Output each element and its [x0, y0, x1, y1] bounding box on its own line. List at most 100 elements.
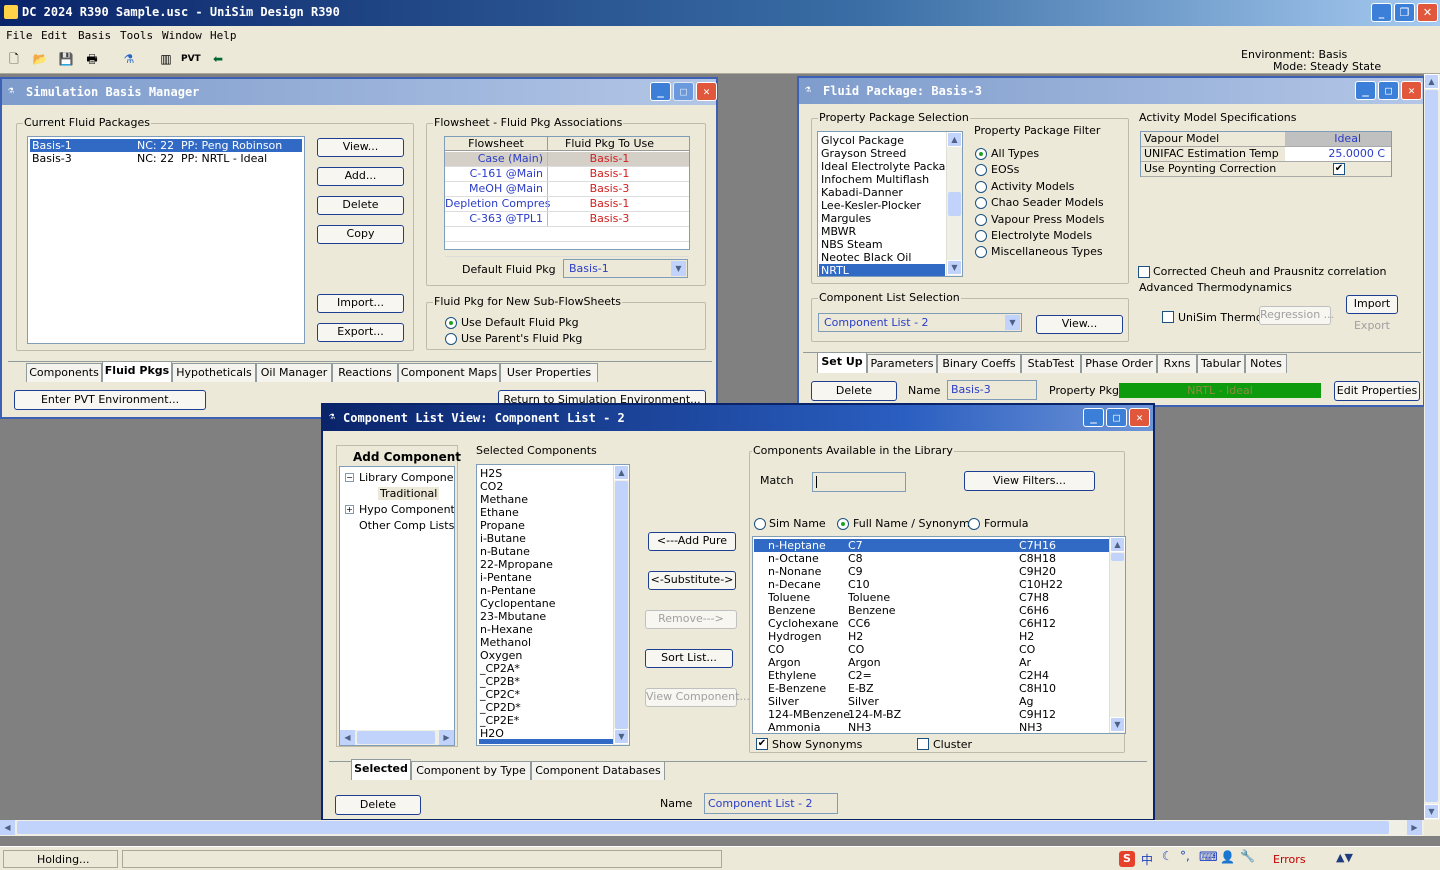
- print-icon[interactable]: 🖶: [83, 51, 101, 68]
- delete-button[interactable]: Delete: [317, 196, 404, 215]
- import-button[interactable]: Import...: [317, 294, 404, 313]
- scroll-left-icon[interactable]: ◀: [0, 820, 15, 835]
- selected-component-item[interactable]: 22-Mpropane: [480, 558, 553, 571]
- selected-component-highlight[interactable]: [479, 739, 613, 744]
- status-errors[interactable]: Errors: [1273, 853, 1306, 866]
- scroll-left-icon[interactable]: ◀: [340, 730, 355, 745]
- substitute-button[interactable]: <-Substitute->: [648, 571, 736, 590]
- selected-list-scrollbar[interactable]: ▲ ▼: [613, 465, 629, 745]
- tab-parameters[interactable]: Parameters: [867, 354, 937, 373]
- fp-export-button[interactable]: Export: [1346, 318, 1398, 337]
- full-name-radio[interactable]: [837, 518, 849, 530]
- show-synonyms-checkbox[interactable]: ✔: [756, 738, 768, 750]
- scroll-thumb[interactable]: [17, 821, 1389, 834]
- sbm-close-button[interactable]: ✕: [696, 82, 717, 101]
- chevron-down-icon[interactable]: ▼: [671, 261, 686, 276]
- selected-component-item[interactable]: n-Hexane: [480, 623, 533, 636]
- sbm-minimize-button[interactable]: _: [650, 82, 671, 101]
- tab-rxns[interactable]: Rxns: [1157, 354, 1197, 373]
- match-input[interactable]: [812, 472, 906, 492]
- clv-maximize-button[interactable]: □: [1106, 408, 1127, 427]
- property-package-item[interactable]: Neotec Black Oil: [821, 251, 911, 264]
- association-row[interactable]: Case (Main) Basis-1: [445, 152, 689, 167]
- export-button[interactable]: Export...: [317, 323, 404, 342]
- ime-icon[interactable]: S: [1119, 851, 1135, 867]
- associations-table[interactable]: Flowsheet Fluid Pkg To Use Case (Main) Ba…: [444, 136, 690, 257]
- association-empty-row[interactable]: [445, 242, 689, 257]
- library-component-row[interactable]: Hydrogen H2 H2: [754, 630, 1110, 643]
- cluster-checkbox[interactable]: [917, 738, 929, 750]
- selected-component-item[interactable]: i-Pentane: [480, 571, 532, 584]
- fp-import-button[interactable]: Import: [1346, 295, 1398, 314]
- scroll-thumb[interactable]: [1425, 90, 1438, 802]
- clv-name-field[interactable]: Component List - 2: [704, 793, 838, 814]
- view-component-button[interactable]: View Component...: [645, 688, 750, 707]
- fluid-packages-list[interactable]: Basis-1 NC: 22 PP: Peng Robinson Basis-3…: [27, 136, 305, 344]
- property-package-item[interactable]: NRTL: [819, 264, 945, 276]
- selected-component-item[interactable]: n-Butane: [480, 545, 530, 558]
- selected-component-item[interactable]: _CP2D*: [480, 701, 521, 714]
- scroll-up-icon[interactable]: ▲: [614, 465, 629, 480]
- use-parent-radio[interactable]: [445, 333, 457, 345]
- property-package-item[interactable]: Infochem Multiflash: [821, 173, 929, 186]
- sort-list-button[interactable]: Sort List...: [645, 649, 733, 668]
- clv-close-button[interactable]: ✕: [1129, 408, 1150, 427]
- selected-component-item[interactable]: 23-Mbutane: [480, 610, 546, 623]
- library-component-row[interactable]: Benzene Benzene C6H6: [754, 604, 1110, 617]
- enter-pvt-button[interactable]: Enter PVT Environment...: [14, 390, 206, 410]
- fp-name-field[interactable]: Basis-3: [947, 380, 1037, 400]
- library-components-list[interactable]: n-Heptane C7 C7H16 n-Octane C8 C8H18 n-Nonane C…: [752, 536, 1126, 734]
- filter-radio[interactable]: [975, 230, 987, 242]
- filter-radio[interactable]: [975, 246, 987, 259]
- scroll-up-icon[interactable]: ▲: [1110, 537, 1125, 552]
- association-fluid-pkg[interactable]: Basis-1: [547, 152, 671, 166]
- edit-properties-button[interactable]: Edit Properties: [1334, 381, 1420, 401]
- component-tree[interactable]: − Library Components Traditional + Hypo …: [339, 466, 455, 746]
- library-component-row[interactable]: n-Heptane C7 C7H16: [754, 539, 1110, 552]
- scroll-thumb[interactable]: [615, 481, 628, 729]
- scroll-thumb[interactable]: [1111, 553, 1124, 561]
- association-fluid-pkg[interactable]: Basis-3: [547, 212, 671, 226]
- menu-tools[interactable]: Tools: [120, 29, 153, 42]
- pvt-icon[interactable]: PVT: [181, 51, 201, 68]
- copy-button[interactable]: Copy: [317, 225, 404, 244]
- tab-reactions[interactable]: Reactions: [332, 363, 398, 382]
- tab-component-databases[interactable]: Component Databases: [531, 761, 665, 780]
- tree-library-components[interactable]: Library Components: [359, 471, 454, 484]
- tab-tabular[interactable]: Tabular: [1197, 354, 1245, 373]
- tree-collapse-icon[interactable]: −: [345, 473, 354, 482]
- scroll-down-icon[interactable]: ▼: [1110, 717, 1125, 732]
- association-fluid-pkg[interactable]: Basis-1: [547, 167, 671, 181]
- minimize-button[interactable]: _: [1371, 3, 1392, 22]
- workbook-icon[interactable]: ▥: [157, 51, 175, 68]
- tab-user-properties[interactable]: User Properties: [500, 363, 598, 382]
- tab-component-by-type[interactable]: Component by Type: [411, 761, 531, 780]
- library-component-row[interactable]: Argon Argon Ar: [754, 656, 1110, 669]
- status-arrows-icon[interactable]: ▲▼: [1336, 851, 1353, 864]
- selected-component-item[interactable]: i-Butane: [480, 532, 526, 545]
- filter-radio[interactable]: [975, 213, 987, 226]
- clv-minimize-button[interactable]: _: [1083, 408, 1104, 427]
- library-component-row[interactable]: CO CO CO: [754, 643, 1110, 656]
- tree-traditional[interactable]: Traditional: [378, 487, 440, 500]
- selected-component-item[interactable]: H2S: [480, 467, 502, 480]
- workspace-hscrollbar[interactable]: ◀ ▶: [0, 820, 1424, 836]
- library-component-row[interactable]: Ammonia NH3 NH3: [754, 721, 1110, 733]
- fp-maximize-button[interactable]: □: [1378, 81, 1399, 100]
- default-fluid-pkg-select[interactable]: Basis-1 ▼: [563, 259, 688, 278]
- scroll-down-icon[interactable]: ▼: [947, 260, 962, 275]
- fluid-package-row-selected[interactable]: Basis-1 NC: 22 PP: Peng Robinson: [30, 139, 302, 152]
- restore-button[interactable]: ❐: [1394, 3, 1415, 22]
- library-component-row[interactable]: n-Decane C10 C10H22: [754, 578, 1110, 591]
- selected-component-item[interactable]: _CP2E*: [480, 714, 519, 727]
- activity-row[interactable]: UNIFAC Estimation Temp 25.0000 C: [1141, 147, 1391, 162]
- property-package-item[interactable]: Margules: [821, 212, 871, 225]
- moon-icon[interactable]: ☾: [1162, 849, 1173, 863]
- selected-component-item[interactable]: Methanol: [480, 636, 531, 649]
- scroll-down-icon[interactable]: ▼: [1424, 804, 1439, 819]
- library-component-row[interactable]: Toluene Toluene C7H8: [754, 591, 1110, 604]
- property-package-item[interactable]: Glycol Package: [821, 134, 904, 147]
- association-row[interactable]: C-161 @Main Basis-1: [445, 167, 689, 182]
- library-list-scrollbar[interactable]: ▲ ▼: [1109, 537, 1125, 733]
- component-list-select[interactable]: Component List - 2 ▼: [818, 313, 1022, 332]
